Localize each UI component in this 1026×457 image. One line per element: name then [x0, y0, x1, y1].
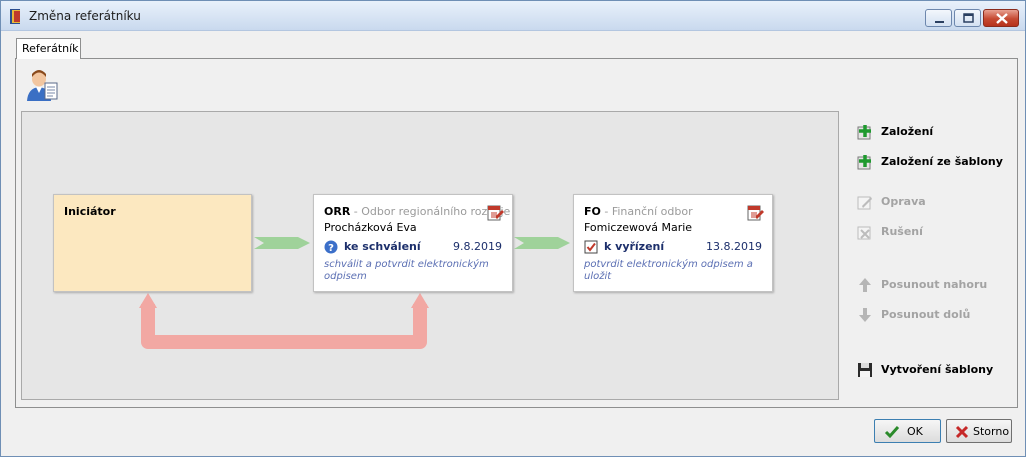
arrow-down-icon	[859, 308, 871, 322]
node-state: k vyřízení	[604, 240, 665, 253]
move-up-label: Posunout nahoru	[881, 278, 988, 291]
move-down-label: Posunout dolů	[881, 308, 971, 321]
delete-label: Rušení	[881, 225, 923, 238]
cancel-button[interactable]: Storno	[946, 419, 1012, 443]
node-code: ORR - Odbor regionálního rozvoje	[324, 205, 511, 218]
edit-button[interactable]: Oprava	[857, 193, 1007, 211]
node-date: 13.8.2019	[706, 240, 762, 253]
node-code: FO - Finanční odbor	[584, 205, 693, 218]
node-department: - Finanční odbor	[600, 205, 693, 218]
pdf-edit-icon[interactable]	[487, 204, 505, 222]
node-person: Fomiczewová Marie	[584, 221, 693, 234]
dialog-window: Změna referátníku Referátník Iniciátor O…	[0, 0, 1026, 457]
cancel-label: Storno	[973, 425, 1010, 438]
node-code: Iniciátor	[64, 205, 116, 218]
pdf-edit-icon[interactable]	[747, 204, 765, 222]
node-state: ke schválení	[344, 240, 421, 253]
question-icon: ?	[324, 240, 338, 254]
ok-button[interactable]: OK	[874, 419, 941, 443]
maximize-icon	[963, 13, 974, 23]
checkmark-icon	[884, 426, 900, 439]
move-up-button[interactable]: Posunout nahoru	[857, 276, 1007, 294]
create-button[interactable]: Založení	[857, 123, 1007, 141]
title-bar: Změna referátníku	[1, 1, 1025, 31]
window-title: Změna referátníku	[29, 9, 141, 23]
create-template-button[interactable]: Vytvoření šablony	[857, 361, 1007, 379]
node-orr[interactable]: ORR - Odbor regionálního rozvoje Procház…	[313, 194, 513, 292]
close-button[interactable]	[983, 9, 1019, 27]
plus-icon	[857, 155, 871, 170]
tab-referatnik[interactable]: Referátník	[16, 38, 81, 59]
workflow-canvas: Iniciátor ORR - Odbor regionálního rozvo…	[21, 111, 839, 400]
create-from-template-label: Založení ze šablony	[881, 155, 1003, 168]
delete-button[interactable]: Rušení	[857, 223, 1007, 241]
forward-arrow-2	[514, 237, 570, 249]
minimize-button[interactable]	[925, 9, 952, 27]
floppy-icon	[858, 363, 872, 377]
app-icon	[10, 9, 20, 24]
node-note: schválit a potvrdit elektronickým odpise…	[324, 259, 489, 282]
delete-icon	[857, 226, 871, 240]
user-icon	[27, 70, 58, 101]
node-date: 9.8.2019	[453, 240, 502, 253]
node-initiator[interactable]: Iniciátor	[53, 194, 252, 292]
create-from-template-button[interactable]: Založení ze šablony	[857, 153, 1007, 171]
edit-label: Oprava	[881, 195, 926, 208]
move-down-button[interactable]: Posunout dolů	[857, 306, 1007, 324]
checkbox-checked-icon	[584, 240, 598, 254]
create-template-label: Vytvoření šablony	[881, 363, 994, 376]
node-person: Procházková Eva	[324, 221, 417, 234]
ok-label: OK	[907, 425, 923, 438]
minimize-icon	[935, 21, 944, 23]
node-note: potvrdit elektronickým odpisem a uložit	[584, 259, 753, 282]
create-label: Založení	[881, 125, 934, 138]
maximize-button[interactable]	[954, 9, 981, 27]
arrow-up-icon	[859, 278, 871, 292]
close-icon	[996, 13, 1008, 24]
node-fo[interactable]: FO - Finanční odbor Fomiczewová Marie k …	[573, 194, 773, 292]
plus-icon	[857, 125, 871, 140]
tab-label: Referátník	[22, 42, 79, 55]
forward-arrow-1	[254, 237, 310, 249]
close-icon	[955, 425, 969, 439]
edit-icon	[857, 196, 872, 210]
svg-text:?: ?	[328, 243, 334, 254]
